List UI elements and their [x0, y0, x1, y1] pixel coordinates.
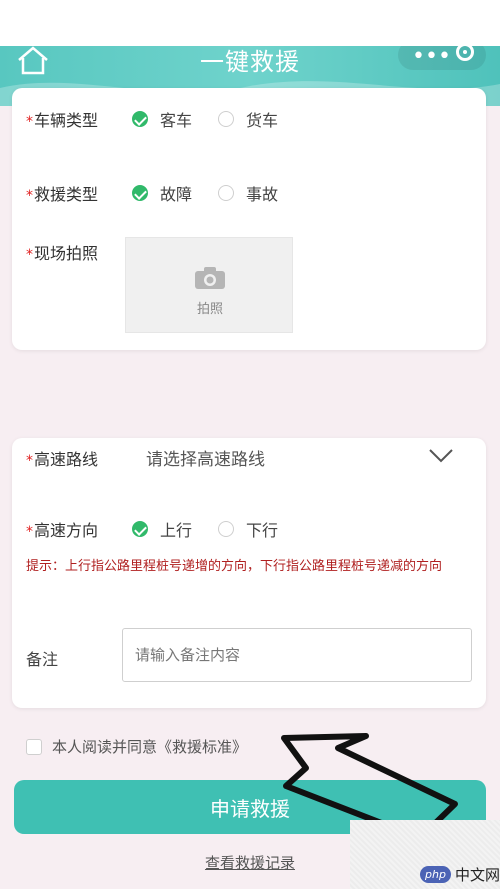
mini-program-capsule[interactable]: •••: [398, 46, 486, 70]
required-mark: *: [26, 453, 33, 469]
status-area: [0, 0, 500, 46]
radio-checked-icon[interactable]: [132, 521, 148, 537]
watermark-text: 中文网: [454, 866, 500, 884]
required-mark: *: [26, 247, 33, 263]
direction-tip: 提示：上行指公路里程桩号递增的方向，下行指公路里程桩号递减的方向: [26, 559, 443, 574]
radio-checked-icon[interactable]: [132, 185, 148, 201]
required-mark: *: [26, 524, 33, 540]
rescue-type-option-breakdown[interactable]: 故障: [132, 181, 192, 205]
agreement-checkbox[interactable]: [26, 738, 42, 755]
direction-label: *高速方向: [26, 521, 99, 540]
required-mark: *: [26, 114, 33, 130]
direction-option-down[interactable]: 下行: [218, 517, 278, 541]
close-miniapp-icon[interactable]: [456, 46, 474, 61]
route-select[interactable]: 请选择高速路线: [146, 445, 265, 470]
camera-icon: [195, 267, 225, 289]
photo-label: *现场拍照: [26, 244, 99, 263]
agreement-text[interactable]: 本人阅读并同意《救援标准》: [52, 736, 247, 757]
remark-input[interactable]: [122, 628, 472, 682]
vehicle-type-option-passenger[interactable]: 客车: [132, 107, 192, 131]
more-icon[interactable]: •••: [412, 46, 451, 69]
radio-unchecked-icon[interactable]: [218, 185, 234, 201]
vehicle-type-label: *车辆类型: [26, 111, 99, 130]
vehicle-type-option-truck[interactable]: 货车: [218, 107, 278, 131]
take-photo-button[interactable]: 拍照: [125, 237, 293, 333]
agreement-row[interactable]: 本人阅读并同意《救援标准》: [26, 736, 247, 757]
required-mark: *: [26, 188, 33, 204]
direction-option-up[interactable]: 上行: [132, 517, 192, 541]
radio-unchecked-icon[interactable]: [218, 521, 234, 537]
take-photo-label: 拍照: [196, 302, 223, 317]
watermark-logo: php: [420, 866, 451, 883]
radio-checked-icon[interactable]: [132, 111, 148, 127]
watermark: php 中文网: [420, 864, 500, 885]
radio-unchecked-icon[interactable]: [218, 111, 234, 127]
rescue-type-label: *救援类型: [26, 185, 99, 204]
rescue-type-option-accident[interactable]: 事故: [218, 181, 278, 205]
chevron-down-icon[interactable]: [428, 448, 454, 464]
remark-label: 备注: [26, 650, 59, 669]
route-label: *高速路线: [26, 450, 99, 469]
